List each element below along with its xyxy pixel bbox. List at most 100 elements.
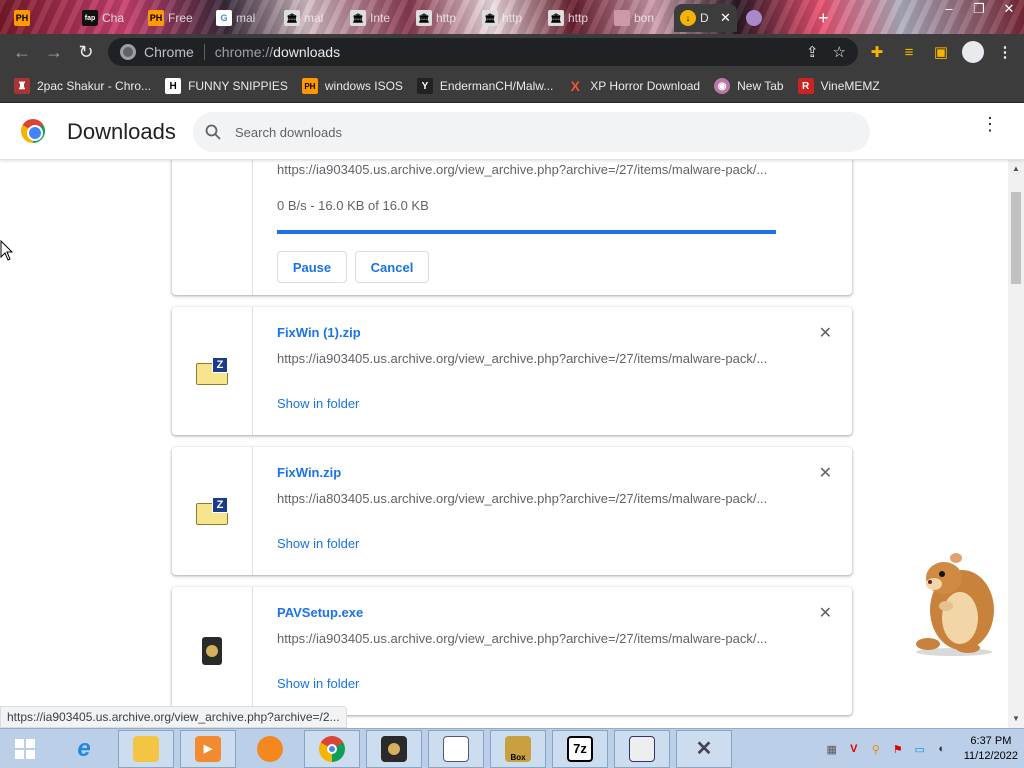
- monitor-icon[interactable]: ▭: [912, 741, 928, 757]
- download-filename[interactable]: FixWin.zip: [277, 465, 341, 480]
- omnibox-separator: [203, 44, 205, 60]
- tab-5[interactable]: 🏛 mal: [284, 4, 334, 32]
- tab-12[interactable]: [746, 4, 762, 32]
- uc-browser-icon: [257, 735, 283, 762]
- scroll-up-arrow-icon[interactable]: ▲: [1008, 162, 1024, 176]
- app-window-icon: [629, 735, 655, 762]
- url-scheme: chrome://: [214, 44, 274, 60]
- browser-toolbar: ← → ↻ Chrome chrome://downloads ⇪ ☆ ✚ ≡ …: [0, 34, 1024, 70]
- taskbar-file-explorer[interactable]: [118, 729, 174, 768]
- remove-icon[interactable]: ✕: [819, 463, 832, 483]
- sidebar-icon[interactable]: ▣: [928, 36, 954, 68]
- tools-icon: ✕: [695, 738, 713, 760]
- show-in-folder-link[interactable]: Show in folder: [277, 536, 359, 551]
- show-in-folder-link[interactable]: Show in folder: [277, 396, 359, 411]
- download-filename[interactable]: FixWin (1).zip: [277, 325, 361, 340]
- pause-button[interactable]: Pause: [277, 251, 347, 283]
- close-tab-icon[interactable]: ✕: [720, 10, 731, 26]
- bookmark-vinememz[interactable]: R VineMEMZ: [797, 78, 880, 94]
- tab-downloads-active[interactable]: ↓ D ✕: [674, 4, 737, 32]
- document-icon: [443, 735, 469, 762]
- bookmark-2pac[interactable]: ♜ 2pac Shakur - Chro...: [14, 78, 151, 94]
- taskbar-document[interactable]: [428, 729, 484, 768]
- tab-6[interactable]: 🏛 Inte: [350, 4, 400, 32]
- hamster-pet-icon[interactable]: [908, 548, 1000, 656]
- tab-1[interactable]: PH: [14, 4, 64, 32]
- internet-explorer-icon: e: [77, 734, 91, 762]
- share-icon[interactable]: ⇪: [806, 43, 819, 61]
- taskbar-bonzi-box[interactable]: Box: [490, 729, 546, 768]
- taskbar: e ▶ Box 7z ✕ ▦ V ⚲ ⚑ ▭ ◐ 6:37 PM 11/12/2…: [0, 728, 1024, 768]
- download-url[interactable]: https://ia803405.us.archive.org/view_arc…: [277, 491, 777, 506]
- cancel-button[interactable]: Cancel: [355, 251, 429, 283]
- minimize-button[interactable]: –: [934, 0, 964, 20]
- archive-icon: 🏛: [350, 10, 366, 26]
- bookmark-xp-horror[interactable]: X XP Horror Download: [567, 78, 701, 94]
- bookmark-endermanch[interactable]: Y EndermanCH/Malw...: [416, 78, 553, 94]
- new-tab-button[interactable]: +: [818, 4, 829, 32]
- scroll-down-arrow-icon[interactable]: ▼: [1008, 712, 1024, 726]
- forward-button[interactable]: →: [38, 36, 70, 68]
- menu-icon[interactable]: ⋮: [992, 36, 1018, 68]
- star-icon[interactable]: ☆: [833, 43, 846, 61]
- search-box[interactable]: [193, 112, 870, 152]
- tab-9[interactable]: 🏛 http: [548, 4, 598, 32]
- link-status-bubble: https://ia903405.us.archive.org/view_arc…: [0, 706, 347, 728]
- taskbar-media-player[interactable]: ▶: [180, 729, 236, 768]
- plus-icon: +: [818, 7, 829, 28]
- tab-favicon: PH: [148, 10, 164, 26]
- downloads-list: https://ia903405.us.archive.org/view_arc…: [0, 160, 1008, 728]
- taskbar-7zip[interactable]: 7z: [552, 729, 608, 768]
- chrome-logo-icon: [21, 119, 45, 143]
- tab-4[interactable]: Gmal: [216, 4, 266, 32]
- taskbar-tools[interactable]: ✕: [676, 729, 732, 768]
- download-url[interactable]: https://ia903405.us.archive.org/view_arc…: [277, 162, 777, 177]
- search-input[interactable]: [235, 124, 835, 140]
- archive-icon: 🏛: [416, 10, 432, 26]
- tab-7[interactable]: 🏛 http: [416, 4, 466, 32]
- bookmark-new-tab[interactable]: ◉ New Tab: [714, 78, 784, 94]
- flag-icon[interactable]: ⚑: [890, 741, 906, 757]
- close-button[interactable]: ✕: [994, 0, 1024, 20]
- page-scrollbar[interactable]: ▲ ▼: [1008, 160, 1024, 728]
- tab-3[interactable]: PH Free: [148, 4, 198, 32]
- extensions-icon[interactable]: ✚: [864, 36, 890, 68]
- taskbar-pav-setup[interactable]: [366, 729, 422, 768]
- show-in-folder-link[interactable]: Show in folder: [277, 676, 359, 691]
- search-tray-icon[interactable]: ⚲: [868, 741, 884, 757]
- maximize-button[interactable]: ❐: [964, 0, 994, 20]
- reload-button[interactable]: ↻: [70, 36, 102, 68]
- scrollbar-thumb[interactable]: [1011, 192, 1021, 284]
- address-bar[interactable]: Chrome chrome://downloads ⇪ ☆: [108, 38, 858, 66]
- bookmark-favicon: X: [570, 78, 580, 94]
- media-icon[interactable]: ≡: [896, 36, 922, 68]
- start-button[interactable]: [0, 730, 50, 768]
- antivirus-icon[interactable]: V: [846, 741, 862, 757]
- tab-10[interactable]: bon: [614, 4, 664, 32]
- download-url[interactable]: https://ia903405.us.archive.org/view_arc…: [277, 631, 777, 646]
- taskbar-internet-explorer[interactable]: e: [56, 730, 112, 768]
- remove-icon[interactable]: ✕: [819, 323, 832, 343]
- download-filename[interactable]: PAVSetup.exe: [277, 605, 363, 620]
- mouse-cursor-icon: [0, 240, 14, 261]
- bookmark-windows-isos[interactable]: PH windows ISOS: [301, 78, 403, 94]
- back-button[interactable]: ←: [6, 36, 38, 68]
- more-options-icon[interactable]: ⋮: [980, 115, 1000, 133]
- remove-icon[interactable]: ✕: [819, 603, 832, 623]
- bookmark-funny-snippies[interactable]: H FUNNY SNIPPIES: [165, 78, 288, 94]
- volume-icon[interactable]: ◐: [934, 741, 950, 757]
- taskbar-uc-browser[interactable]: [242, 730, 298, 768]
- zip-icon: Z: [196, 357, 228, 385]
- tab-2[interactable]: fap Cha: [82, 4, 132, 32]
- taskbar-clock[interactable]: 6:37 PM 11/12/2022: [964, 734, 1018, 764]
- profile-icon[interactable]: [960, 36, 986, 68]
- network-icon[interactable]: ▦: [824, 741, 840, 757]
- tab-8[interactable]: 🏛 http: [482, 4, 532, 32]
- download-url[interactable]: https://ia903405.us.archive.org/view_arc…: [277, 351, 777, 366]
- taskbar-chrome[interactable]: [304, 729, 360, 768]
- chrome-site-icon: [120, 44, 136, 60]
- bookmark-favicon: R: [797, 78, 814, 94]
- url-host: downloads: [273, 44, 341, 60]
- page-title: Downloads: [67, 119, 176, 144]
- taskbar-app-window[interactable]: [614, 729, 670, 768]
